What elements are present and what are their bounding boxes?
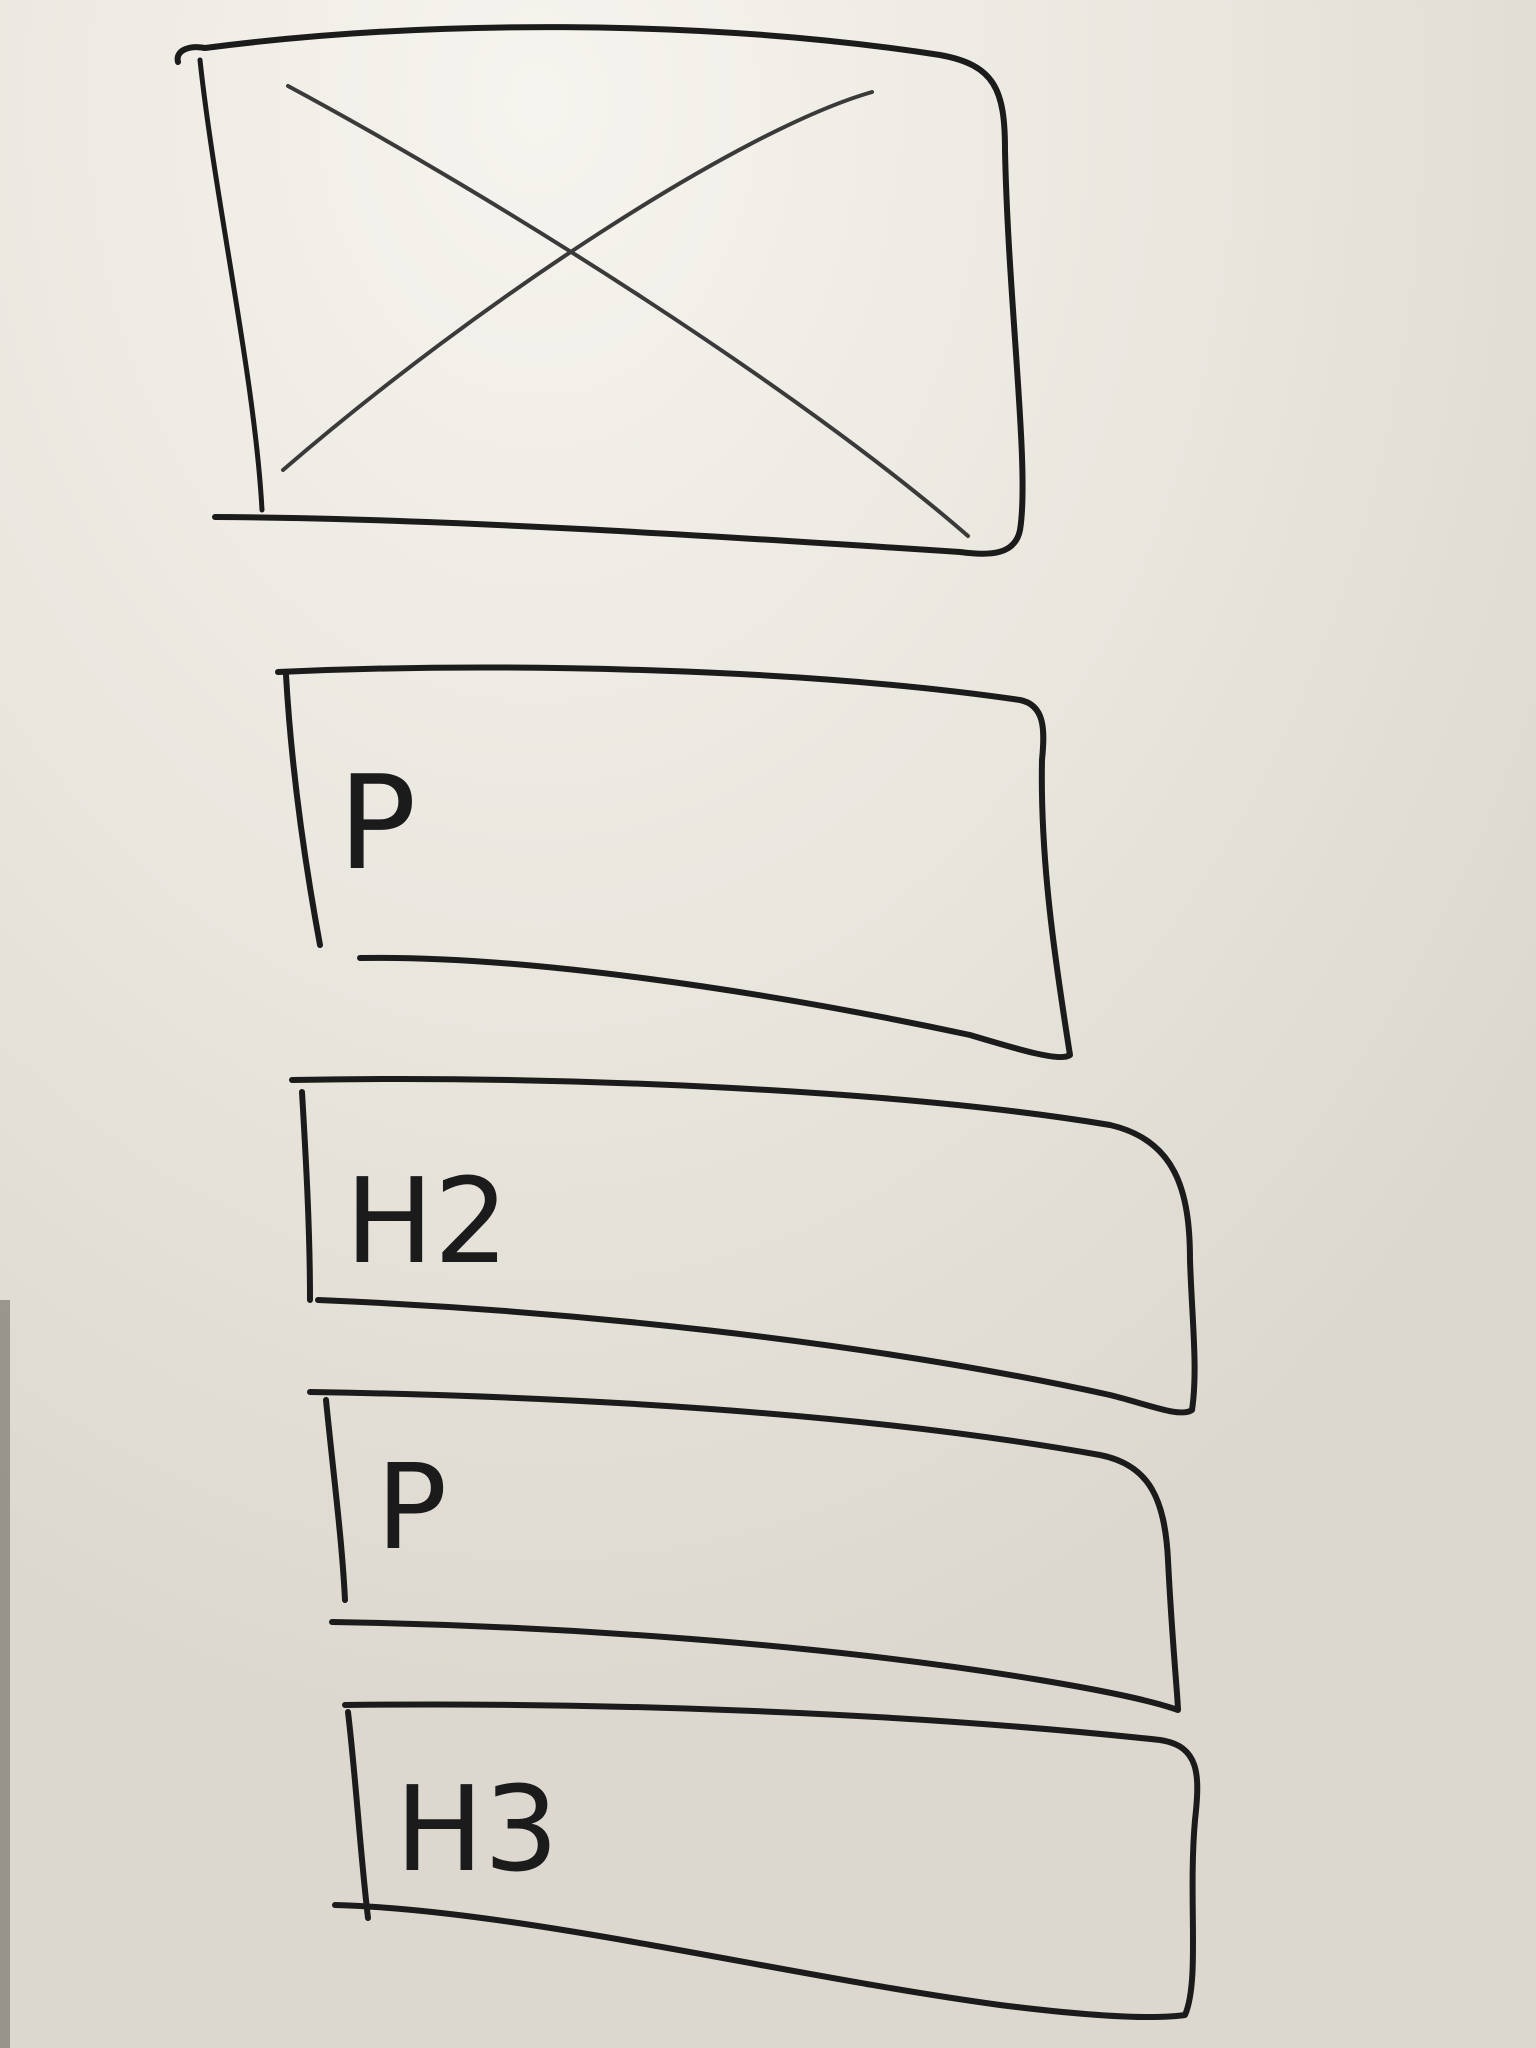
whiteboard: P H2 P H3 [0, 0, 1536, 2048]
heading3-block-label: H3 [395, 1760, 559, 1898]
paragraph-block-2-label: P [376, 1438, 447, 1576]
paragraph-block-1-label: P [338, 747, 416, 899]
board-left-frame [0, 1300, 10, 2048]
board-surface [0, 0, 1536, 2048]
wireframe-sketch: P H2 P H3 [0, 0, 1536, 2048]
heading2-block-label: H2 [345, 1152, 509, 1290]
